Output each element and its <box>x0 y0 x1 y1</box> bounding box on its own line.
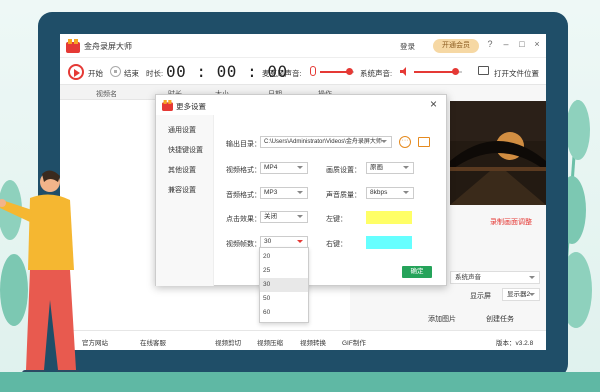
left-key-label: 左键： <box>326 216 347 223</box>
title-bar: 金舟录屏大师 登录 开通会员 ? – □ × <box>60 34 546 58</box>
sidebar-item-other[interactable]: 其他设置 <box>168 165 196 175</box>
quality-select[interactable]: 原画 <box>366 162 414 174</box>
fps-label: 视频帧数： <box>226 241 261 248</box>
video-format-label: 视频格式： <box>226 167 261 174</box>
fps-option-50[interactable]: 50 <box>260 292 308 306</box>
system-sound-label: 系统声音: <box>360 69 393 78</box>
display-select[interactable]: 显示器2 <box>502 288 540 301</box>
mic-label: 麦克风声音: <box>262 69 302 78</box>
tool-video-compress[interactable]: 视频压缩 <box>257 337 283 347</box>
quality-label: 画质设置： <box>326 167 361 174</box>
fps-option-30[interactable]: 30 <box>260 278 308 292</box>
maximize-icon[interactable]: □ <box>516 39 528 49</box>
tool-video-convert[interactable]: 视频转换 <box>300 337 326 347</box>
output-dir-field[interactable]: C:\Users\Administrator\Videos\金舟录屏大师 <box>260 136 392 148</box>
audio-format-label: 音频格式： <box>226 192 261 199</box>
open-folder-icon[interactable] <box>478 66 489 75</box>
login-link[interactable]: 登录 <box>400 41 415 52</box>
fps-option-25[interactable]: 25 <box>260 264 308 278</box>
right-key-label: 右键： <box>326 241 347 248</box>
sidebar-item-compat[interactable]: 兼容设置 <box>168 185 196 195</box>
video-format-select[interactable]: MP4 <box>260 162 308 174</box>
toolbar: 开始 结束 时长: 00 : 00 : 00 麦克风声音: 系统声音: 打开文件… <box>60 58 546 85</box>
minimize-icon[interactable]: – <box>500 39 512 49</box>
click-effect-label: 点击效果： <box>226 216 261 223</box>
audio-quality-select[interactable]: 8kbps <box>366 187 414 199</box>
system-volume-fill <box>414 71 455 73</box>
display-label: 显示屏 <box>470 293 491 300</box>
dialog-close-icon[interactable]: × <box>430 97 437 111</box>
open-folder-label[interactable]: 打开文件位置 <box>494 68 539 79</box>
add-image-button[interactable]: 添加图片 <box>428 314 456 324</box>
system-volume-knob[interactable] <box>451 68 459 75</box>
fps-option-60[interactable]: 60 <box>260 306 308 320</box>
more-options-icon[interactable]: ··· <box>399 136 411 148</box>
person-illustration <box>0 170 80 378</box>
dialog-logo-icon <box>162 100 173 111</box>
click-effect-select[interactable]: 关闭 <box>260 211 308 223</box>
dialog-sidebar: 通用设置 快捷键设置 其他设置 兼容设置 <box>156 115 214 286</box>
app-title: 金舟录屏大师 <box>84 42 132 51</box>
audio-source-select[interactable]: 系统声音 <box>450 271 540 284</box>
ok-button[interactable]: 确定 <box>402 266 432 278</box>
sidebar-item-general[interactable]: 通用设置 <box>168 125 196 135</box>
app-logo-icon <box>66 39 80 53</box>
record-play-icon[interactable] <box>68 64 84 80</box>
dialog-title: 更多设置 <box>176 102 206 111</box>
screen-adjust-link[interactable]: 录制画面调整 <box>490 217 532 227</box>
bottom-bar: 官方网站 在线客服 视频剪切 视频压缩 视频转换 GIF制作 版本：v3.2.8 <box>60 330 546 350</box>
version-label: 版本：v3.2.8 <box>496 340 534 347</box>
app-window: 金舟录屏大师 登录 开通会员 ? – □ × 开始 结束 时长: 00 : 00… <box>60 34 546 350</box>
speaker-icon <box>400 67 406 76</box>
preview-image <box>450 101 546 205</box>
right-key-color-swatch[interactable] <box>366 236 412 249</box>
create-task-button[interactable]: 创建任务 <box>486 314 514 324</box>
tool-video-cut[interactable]: 视频剪切 <box>215 337 241 347</box>
online-support-link[interactable]: 在线客服 <box>140 337 166 347</box>
mic-volume-knob[interactable] <box>345 68 353 75</box>
left-key-color-swatch[interactable] <box>366 211 412 224</box>
stop-icon[interactable] <box>110 66 121 77</box>
close-icon[interactable]: × <box>531 39 543 49</box>
output-dir-label: 输出目录： <box>226 141 261 148</box>
floor-strip <box>0 372 600 392</box>
column-video-name: 视频名 <box>96 91 117 98</box>
stop-label[interactable]: 结束 <box>124 68 139 79</box>
mic-volume-fill <box>320 71 349 73</box>
audio-quality-label: 声音质量： <box>326 192 361 199</box>
microphone-icon <box>310 66 316 76</box>
browse-folder-icon[interactable] <box>418 137 430 147</box>
fps-option-20[interactable]: 20 <box>260 250 308 264</box>
system-volume-slider[interactable] <box>414 68 462 75</box>
sidebar-item-hotkeys[interactable]: 快捷键设置 <box>168 145 203 155</box>
vip-button[interactable]: 开通会员 <box>433 39 479 53</box>
fps-dropdown: 20 25 30 50 60 <box>259 247 309 323</box>
mic-volume-slider[interactable] <box>320 68 354 75</box>
start-label[interactable]: 开始 <box>88 68 103 79</box>
duration-label: 时长: <box>146 69 164 78</box>
tool-gif-maker[interactable]: GIF制作 <box>342 337 366 347</box>
help-icon[interactable]: ? <box>484 39 496 49</box>
audio-format-select[interactable]: MP3 <box>260 187 308 199</box>
